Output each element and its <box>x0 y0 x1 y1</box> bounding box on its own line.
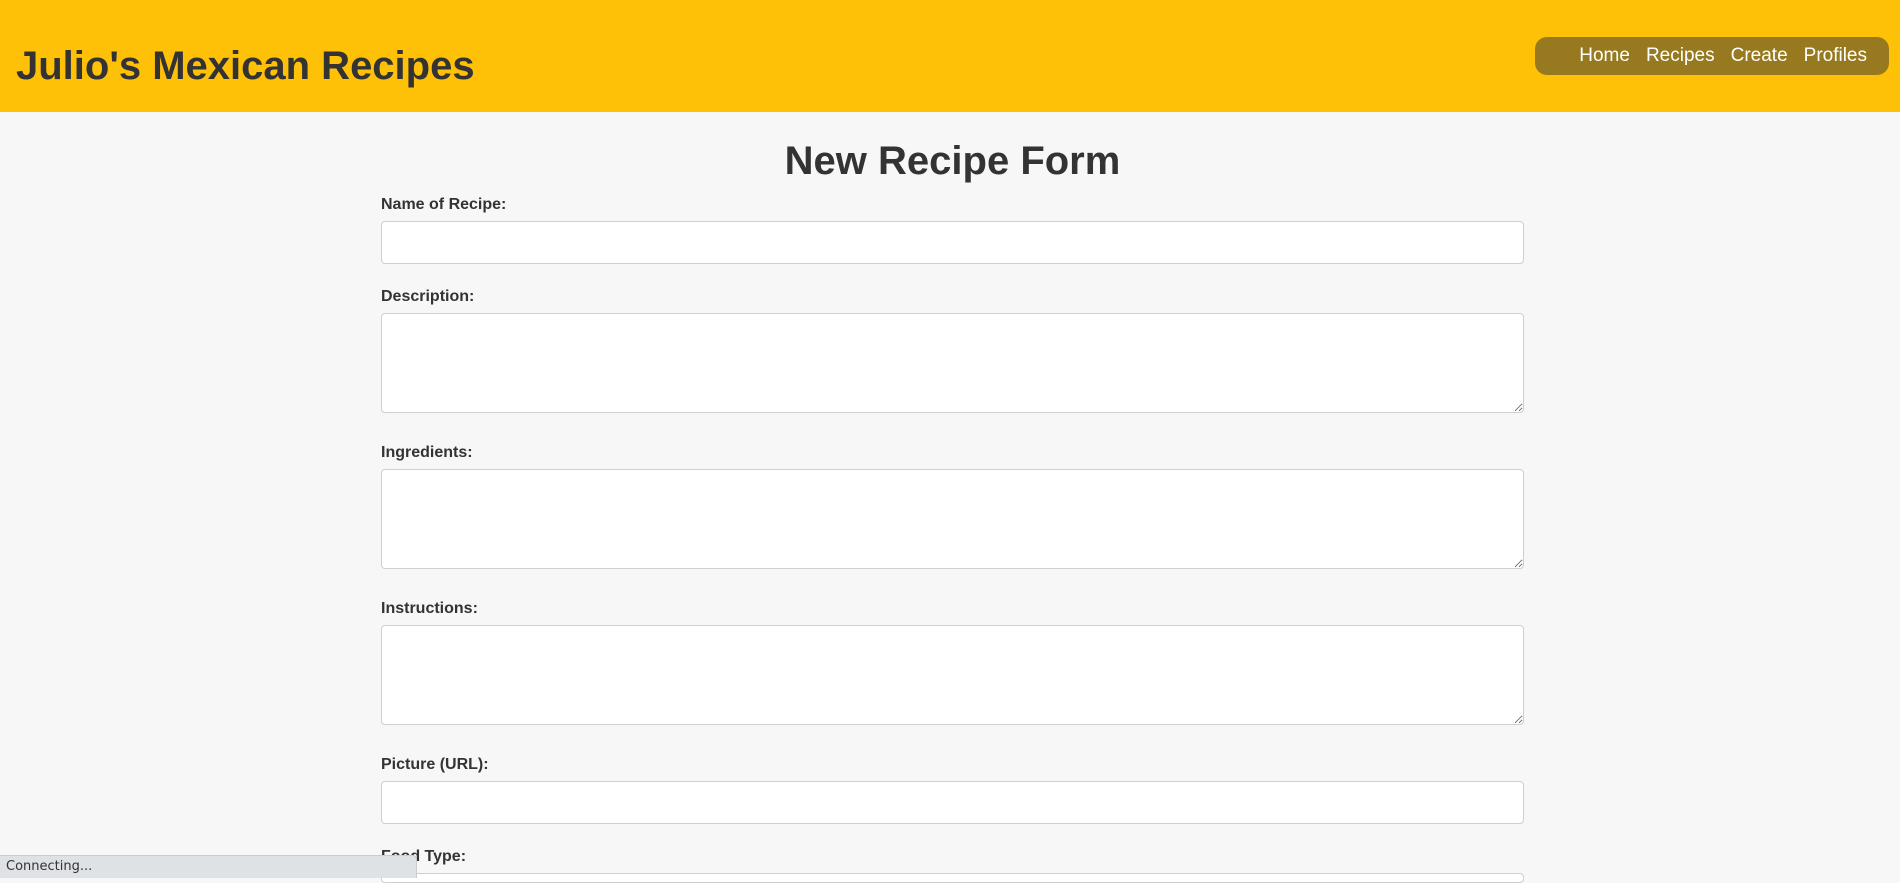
description-label: Description: <box>381 288 475 305</box>
nav-link-home[interactable]: Home <box>1579 45 1630 67</box>
picture-url-input[interactable] <box>381 781 1524 824</box>
nav-link-recipes[interactable]: Recipes <box>1646 45 1715 67</box>
ingredients-label: Ingredients: <box>381 444 473 461</box>
ingredients-textarea[interactable] <box>381 469 1524 569</box>
nav-link-profiles[interactable]: Profiles <box>1804 45 1867 67</box>
browser-status-bar: Connecting... <box>0 855 417 878</box>
recipe-name-input[interactable] <box>381 221 1524 264</box>
form-title: New Recipe Form <box>784 139 1121 183</box>
site-header: Julio's Mexican Recipes Home Recipes Cre… <box>0 0 1900 112</box>
recipe-name-label: Name of Recipe: <box>381 196 507 213</box>
site-title: Julio's Mexican Recipes <box>16 44 475 88</box>
description-textarea[interactable] <box>381 313 1524 413</box>
picture-url-label: Picture (URL): <box>381 756 489 773</box>
main-nav: Home Recipes Create Profiles <box>1535 37 1889 75</box>
food-type-select[interactable] <box>381 873 1524 883</box>
nav-link-create[interactable]: Create <box>1731 45 1788 67</box>
instructions-textarea[interactable] <box>381 625 1524 725</box>
instructions-label: Instructions: <box>381 600 478 617</box>
